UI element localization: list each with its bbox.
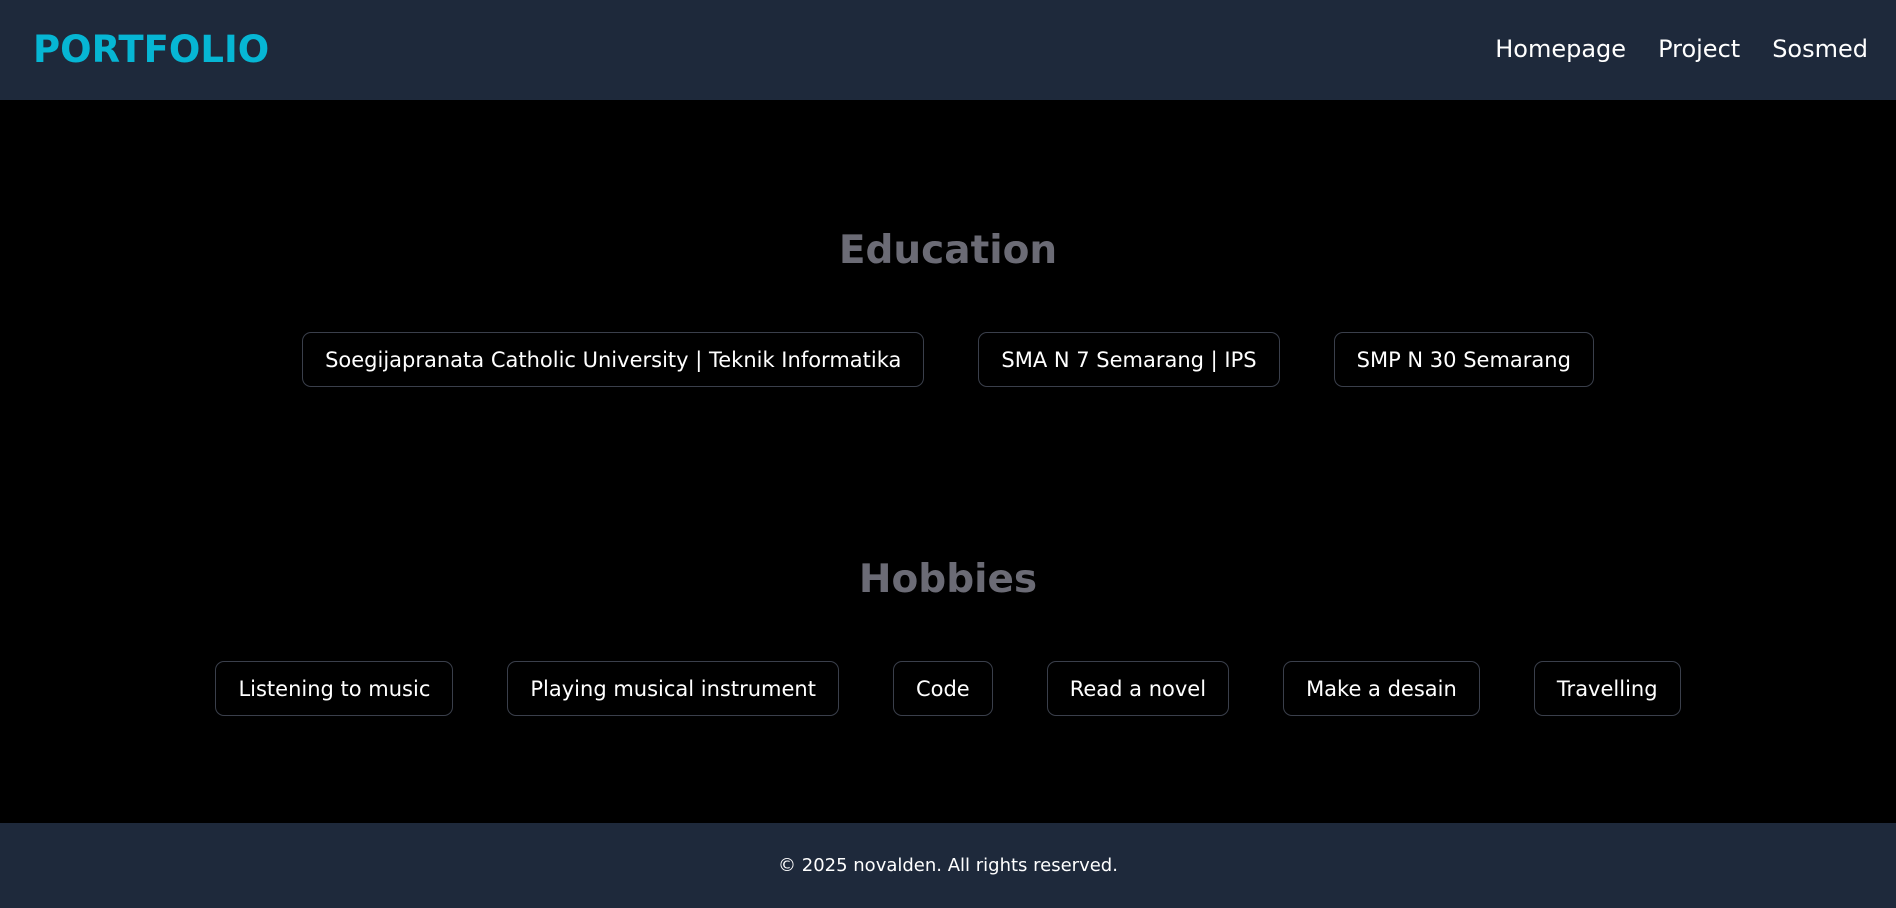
hobby-item: Make a desain (1283, 661, 1480, 716)
hobby-item: Code (892, 661, 993, 716)
hobby-item: Playing musical instrument (507, 661, 839, 716)
nav-link-homepage[interactable]: Homepage (1495, 35, 1626, 63)
hobbies-list: Listening to music Playing musical instr… (0, 661, 1896, 716)
hobbies-title: Hobbies (858, 557, 1038, 602)
site-logo[interactable]: PORTFOLIO (33, 28, 269, 71)
hobby-item: Travelling (1533, 661, 1681, 716)
nav-link-project[interactable]: Project (1658, 35, 1740, 63)
education-item: SMP N 30 Semarang (1333, 332, 1594, 387)
education-list: Soegijapranata Catholic University | Tek… (0, 332, 1896, 387)
hobby-item: Listening to music (215, 661, 454, 716)
hobby-item: Read a novel (1046, 661, 1230, 716)
navbar: PORTFOLIO Homepage Project Sosmed (0, 0, 1896, 100)
footer: © 2025 novalden. All rights reserved. (0, 823, 1896, 908)
nav-link-sosmed[interactable]: Sosmed (1772, 35, 1868, 63)
education-title: Education (838, 228, 1058, 273)
education-item: Soegijapranata Catholic University | Tek… (302, 332, 925, 387)
copyright-text: © 2025 novalden. All rights reserved. (778, 855, 1118, 876)
nav-links: Homepage Project Sosmed (1495, 35, 1868, 63)
education-item: SMA N 7 Semarang | IPS (978, 332, 1280, 387)
